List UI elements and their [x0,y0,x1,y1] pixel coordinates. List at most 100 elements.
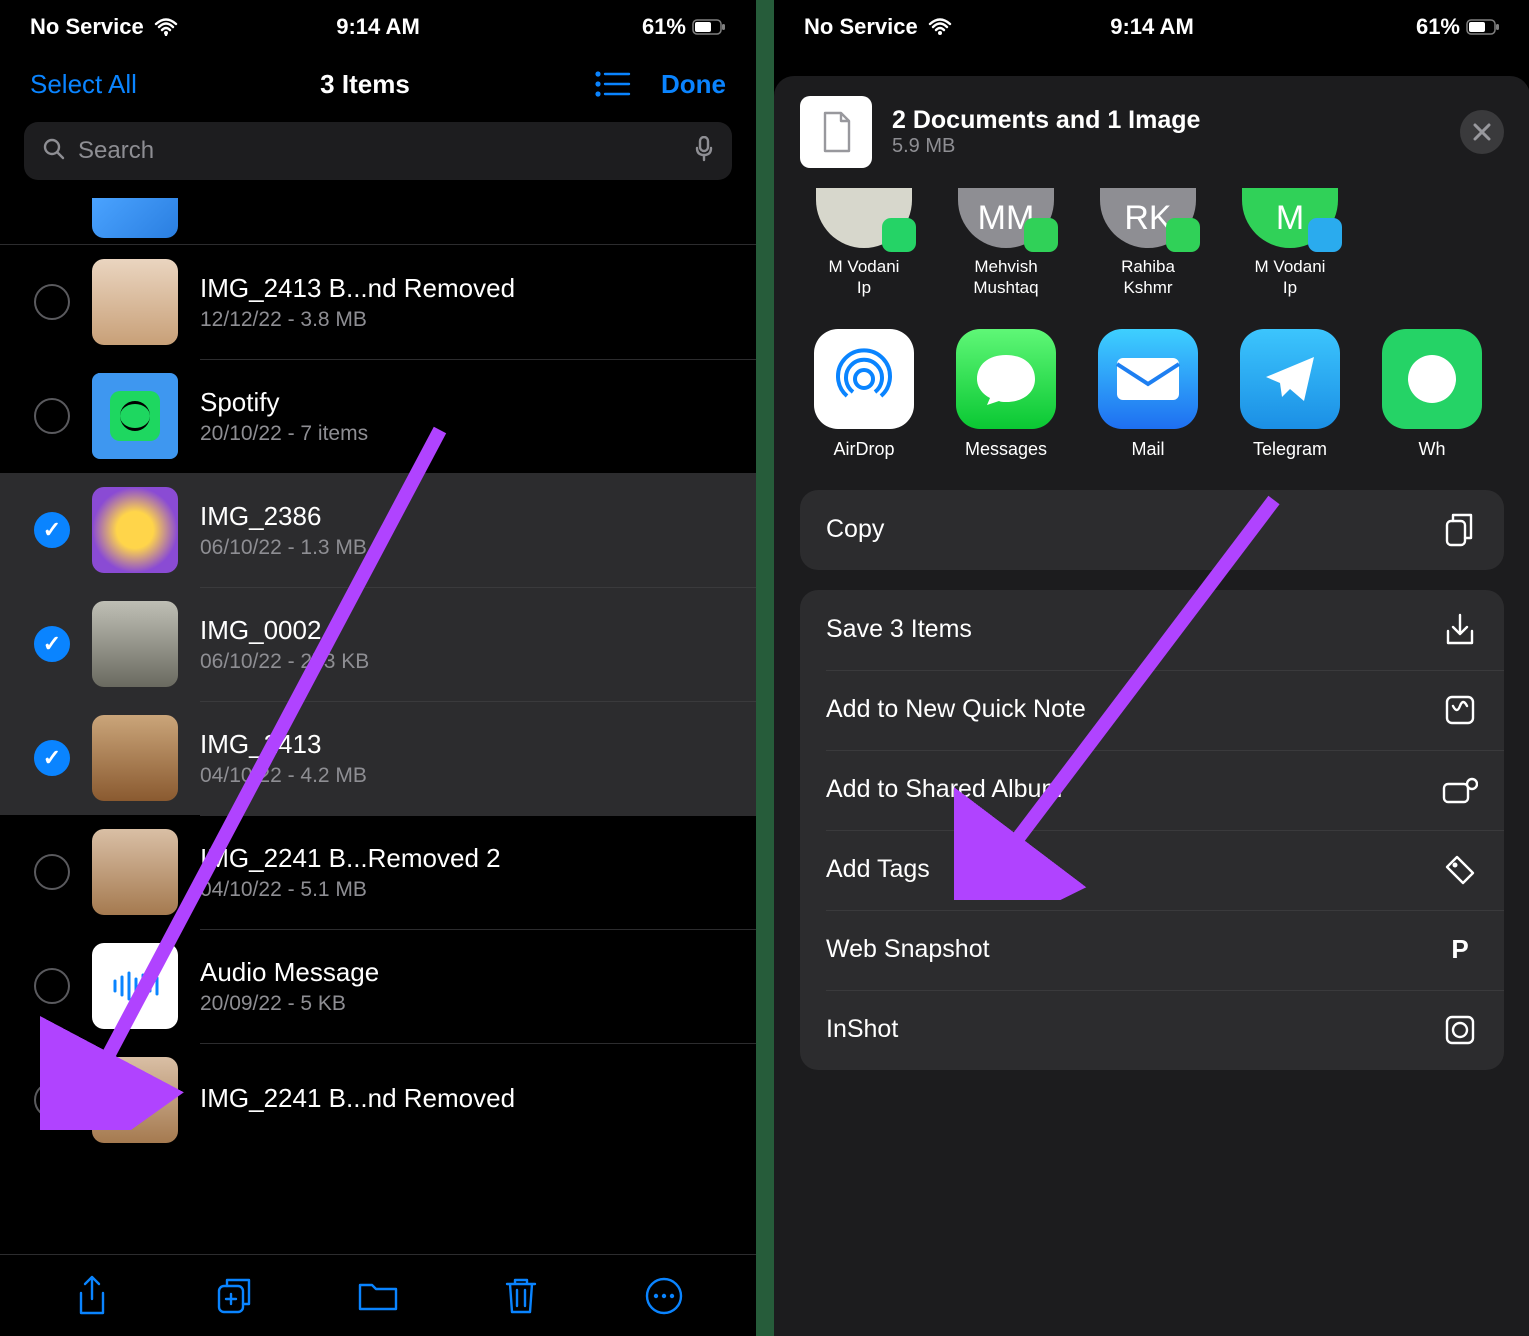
app-item[interactable]: Telegram [1226,329,1354,460]
document-thumb-icon [800,96,872,168]
contact-name: MehvishMushtaq [942,256,1070,299]
selection-checkbox[interactable] [34,626,70,662]
share-sheet: 2 Documents and 1 Image 5.9 MB M VodaniI… [774,76,1529,1336]
app-item[interactable]: Wh [1368,329,1496,460]
tag-icon [1442,852,1478,888]
action-label: InShot [826,1015,898,1044]
app-name: Messages [942,439,1070,460]
more-button[interactable] [640,1272,688,1320]
delete-button[interactable] [497,1272,545,1320]
share-subtitle: 5.9 MB [892,135,1440,158]
whatsapp-badge-icon [882,218,916,252]
folder-icon [92,373,178,459]
contact-item[interactable]: M M VodaniIp [1226,188,1354,299]
file-meta: 20/09/22 - 5 KB [200,992,732,1016]
duplicate-button[interactable] [211,1272,259,1320]
selection-checkbox[interactable] [34,740,70,776]
action-tag[interactable]: Add Tags [800,830,1504,910]
whatsapp-app-icon [1382,329,1482,429]
telegram-badge-icon [1308,218,1342,252]
file-name: IMG_0002 [200,615,732,646]
app-name: Wh [1368,439,1496,460]
app-row[interactable]: AirDrop Messages Mail Telegram Wh [774,329,1529,490]
copy-group: Copy [800,490,1504,570]
status-time: 9:14 AM [1110,14,1194,40]
file-row[interactable]: IMG_2413 B...nd Removed 12/12/22 - 3.8 MB [0,245,756,359]
contact-item[interactable]: MM MehvishMushtaq [942,188,1070,299]
app-item[interactable]: Mail [1084,329,1212,460]
file-row[interactable]: Audio Message 20/09/22 - 5 KB [0,929,756,1043]
file-name: IMG_2386 [200,501,732,532]
selection-checkbox[interactable] [34,512,70,548]
selection-checkbox[interactable] [34,284,70,320]
file-row[interactable]: IMG_2241 B...nd Removed [0,1043,756,1157]
telegram-app-icon [1240,329,1340,429]
contact-name: M VodaniIp [1226,256,1354,299]
selection-checkbox[interactable] [34,968,70,1004]
avatar: M [1242,188,1338,248]
share-button[interactable] [68,1272,116,1320]
status-bar: No Service 9:14 AM 61% [774,0,1529,54]
actions-group: Save 3 Items Add to New Quick Note Add to … [800,590,1504,1070]
action-label: Copy [826,515,884,544]
file-meta: 12/12/22 - 3.8 MB [200,308,732,332]
file-thumbnail [92,943,178,1029]
file-thumbnail [92,259,178,345]
file-name: IMG_2413 B...nd Removed [200,273,732,304]
contact-row[interactable]: M VodaniIpMMMehvishMushtaqRKRahibaKshmrM… [774,188,1529,329]
file-meta: 06/10/22 - 273 KB [200,650,732,674]
mic-icon[interactable] [694,136,714,167]
file-row[interactable]: IMG_238606/10/22 - 1.3 MB [0,473,756,587]
contact-item[interactable]: M VodaniIp [800,188,928,299]
action-inshot[interactable]: InShot [800,990,1504,1070]
bottom-toolbar [0,1254,756,1336]
search-icon [42,137,66,166]
partial-file-thumbnail [92,198,178,238]
contact-name: M VodaniIp [800,256,928,299]
select-all-button[interactable]: Select All [30,69,137,100]
action-album[interactable]: Add to Shared Album [800,750,1504,830]
left-phone: No Service 9:14 AM 61% Select All 3 Item… [0,0,756,1336]
move-button[interactable] [354,1272,402,1320]
search-bar[interactable] [24,122,732,180]
carrier-text: No Service [30,14,144,40]
close-button[interactable] [1460,110,1504,154]
copy-action[interactable]: Copy [800,490,1504,570]
contact-item[interactable]: RKRahibaKshmr [1084,188,1212,299]
copy-icon [1442,512,1478,548]
action-download[interactable]: Save 3 Items [800,590,1504,670]
imsg-badge-icon [1024,218,1058,252]
file-meta: 20/10/22 - 7 items [200,422,732,446]
app-item[interactable]: AirDrop [800,329,928,460]
selection-checkbox[interactable] [34,854,70,890]
file-list[interactable]: IMG_2413 B...nd Removed 12/12/22 - 3.8 MB… [0,198,756,1157]
messages-app-icon [956,329,1056,429]
list-view-toggle-icon[interactable] [593,69,631,99]
contact-name: RahibaKshmr [1084,256,1212,299]
nav-title: 3 Items [320,69,410,100]
file-thumbnail [92,487,178,573]
file-thumbnail [92,601,178,687]
selection-checkbox[interactable] [34,1082,70,1118]
file-row[interactable]: IMG_0002 06/10/22 - 273 KB [0,587,756,701]
action-label: Web Snapshot [826,935,990,964]
action-label: Add to New Quick Note [826,695,1086,724]
done-button[interactable]: Done [661,69,726,100]
search-input[interactable] [78,137,682,165]
battery-icon [1466,19,1500,35]
file-row[interactable]: IMG_2241 B...Removed 204/10/22 - 5.1 MB [0,815,756,929]
app-name: Telegram [1226,439,1354,460]
action-note[interactable]: Add to New Quick Note [800,670,1504,750]
file-meta: 04/10/22 - 5.1 MB [200,878,732,902]
mail-app-icon [1098,329,1198,429]
file-name: Audio Message [200,957,732,988]
avatar: MM [958,188,1054,248]
share-title: 2 Documents and 1 Image [892,106,1440,135]
status-bar: No Service 9:14 AM 61% [0,0,756,54]
app-item[interactable]: Messages [942,329,1070,460]
file-row[interactable]: IMG_241304/10/22 - 4.2 MB [0,701,756,815]
action-p[interactable]: Web SnapshotP [800,910,1504,990]
file-thumbnail [92,715,178,801]
file-row[interactable]: Spotify20/10/22 - 7 items [0,359,756,473]
selection-checkbox[interactable] [34,398,70,434]
